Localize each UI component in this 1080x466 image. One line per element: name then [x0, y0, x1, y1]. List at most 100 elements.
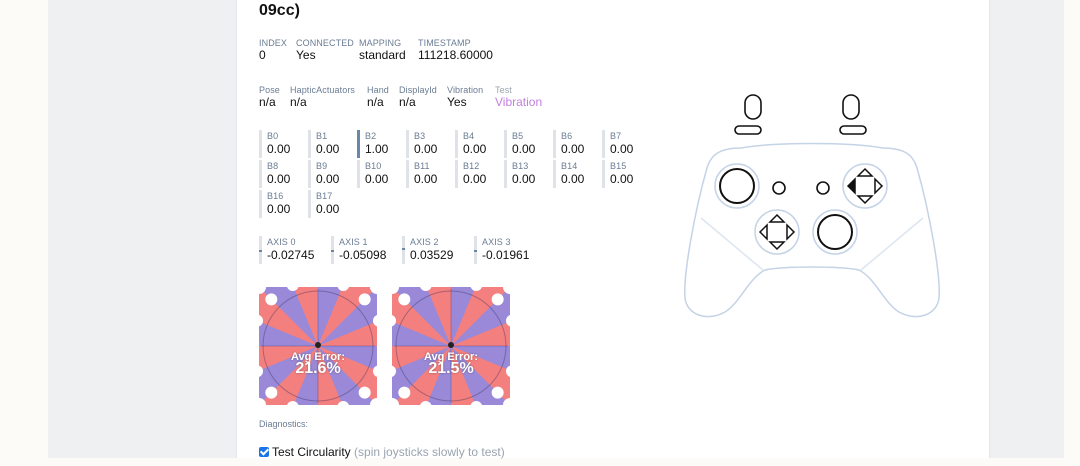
- connected-value: Yes: [296, 48, 316, 62]
- axis-0: AXIS 0 -0.02745: [259, 236, 329, 264]
- button-label: B11: [414, 161, 430, 171]
- button-label: B10: [365, 161, 382, 171]
- gamepad-button-b15: B15 0.00: [602, 160, 647, 188]
- axis-level-bar: [474, 250, 477, 252]
- button-label: B9: [316, 161, 328, 171]
- test-vibration-link[interactable]: Vibration: [495, 95, 542, 109]
- gamepad-button-b8: B8 0.00: [259, 160, 304, 188]
- gamepad-button-b6: B6 0.00: [553, 130, 598, 158]
- gamepad-card: 09cc) INDEX 0 CONNECTED Yes MAPPING stan…: [236, 0, 990, 459]
- axis-2: AXIS 2 0.03529: [402, 236, 472, 264]
- button-value: 0.00: [610, 172, 634, 186]
- axis-value: -0.05098: [339, 248, 387, 262]
- left-trigger: [744, 94, 762, 120]
- vibration-label: Vibration: [447, 85, 484, 95]
- hand-value: n/a: [367, 95, 384, 109]
- start-button: [816, 181, 830, 195]
- button-label: B6: [561, 131, 573, 141]
- gamepad-button-b2: B2 1.00: [357, 130, 402, 158]
- pose-value: n/a: [259, 95, 276, 109]
- right-stick: [817, 214, 853, 250]
- timestamp-value: 111218.60000: [418, 48, 493, 62]
- hand-label: Hand: [367, 85, 389, 95]
- button-label: B15: [610, 161, 627, 171]
- axis-label: AXIS 0: [267, 237, 296, 247]
- index-field: INDEX 0: [259, 38, 287, 62]
- gamepad-button-b7: B7 0.00: [602, 130, 647, 158]
- displayid-field: DisplayId n/a: [399, 85, 437, 109]
- axis-level-bar: [331, 250, 334, 252]
- haptic-value: n/a: [290, 95, 307, 109]
- right-bumper: [839, 125, 867, 135]
- face-buttons: [846, 167, 884, 205]
- controller-face: [714, 163, 888, 255]
- gamepad-button-b0: B0 0.00: [259, 130, 304, 158]
- displayid-value: n/a: [399, 95, 416, 109]
- gamepad-title: 09cc): [259, 2, 300, 19]
- diagnostics-label: Diagnostics:: [259, 419, 309, 429]
- index-label: INDEX: [259, 38, 288, 48]
- button-label: B13: [512, 161, 529, 171]
- left-stick-circularity-plot: [259, 287, 377, 405]
- mapping-label: MAPPING: [359, 38, 402, 48]
- button-value: 0.00: [316, 142, 340, 156]
- axis-level-bar: [259, 250, 262, 252]
- gamepad-button-b13: B13 0.00: [504, 160, 549, 188]
- test-circularity-option[interactable]: Test Circularity (spin joysticks slowly …: [259, 445, 505, 459]
- dpad: [758, 213, 796, 251]
- left-stick-circularity: Avg Error: 21.6%: [259, 287, 377, 405]
- button-label: B7: [610, 131, 622, 141]
- gamepad-button-b4: B4 0.00: [455, 130, 500, 158]
- right-stick-circularity: Avg Error: 21.5%: [392, 287, 510, 405]
- button-value: 0.00: [463, 142, 487, 156]
- test-circularity-checkbox[interactable]: [259, 447, 269, 457]
- gamepad-button-b1: B1 0.00: [308, 130, 353, 158]
- button-value: 0.00: [512, 142, 536, 156]
- button-value: 0.00: [365, 172, 389, 186]
- button-value: 0.00: [463, 172, 487, 186]
- gamepad-button-b5: B5 0.00: [504, 130, 549, 158]
- button-label: B5: [512, 131, 524, 141]
- left-avg-error-value: 21.6%: [295, 360, 341, 377]
- button-label: B4: [463, 131, 475, 141]
- gamepad-button-b11: B11 0.00: [406, 160, 451, 188]
- connected-label: CONNECTED: [296, 38, 354, 48]
- vibration-value: Yes: [447, 95, 467, 109]
- button-label: B1: [316, 131, 328, 141]
- button-label: B12: [463, 161, 480, 171]
- haptic-field: HapticActuators n/a: [290, 85, 355, 109]
- axis-value: -0.01961: [482, 248, 530, 262]
- timestamp-label: TIMESTAMP: [418, 38, 471, 48]
- index-value: 0: [259, 48, 266, 62]
- axis-level-bar: [402, 248, 405, 250]
- gamepad-button-b12: B12 0.00: [455, 160, 500, 188]
- button-label: B17: [316, 191, 333, 201]
- test-circularity-hint: (spin joysticks slowly to test): [354, 445, 505, 459]
- axis-label: AXIS 2: [410, 237, 439, 247]
- axis-label: AXIS 1: [339, 237, 368, 247]
- pose-label: Pose: [259, 85, 280, 95]
- button-label: B3: [414, 131, 426, 141]
- button-value: 0.00: [316, 202, 340, 216]
- gamepad-button-b14: B14 0.00: [553, 160, 598, 188]
- button-value: 0.00: [512, 172, 536, 186]
- button-value: 0.00: [267, 172, 291, 186]
- controller-diagram: [684, 94, 940, 318]
- page-background: 09cc) INDEX 0 CONNECTED Yes MAPPING stan…: [48, 0, 1064, 459]
- connected-field: CONNECTED Yes: [296, 38, 354, 62]
- hand-field: Hand n/a: [367, 85, 389, 109]
- button-value: 0.00: [414, 142, 438, 156]
- button-label: B0: [267, 131, 279, 141]
- mapping-value: standard: [359, 48, 406, 62]
- left-bumper: [734, 125, 762, 135]
- gamepad-button-b17: B17 0.00: [308, 190, 353, 218]
- button-value: 0.00: [414, 172, 438, 186]
- left-stick: [719, 168, 755, 204]
- axis-value: 0.03529: [410, 248, 454, 262]
- button-value: 0.00: [316, 172, 340, 186]
- test-circularity-label: Test Circularity: [272, 445, 351, 459]
- button-label: B2: [365, 131, 377, 141]
- timestamp-field: TIMESTAMP 111218.60000: [418, 38, 493, 62]
- gamepad-button-b3: B3 0.00: [406, 130, 451, 158]
- axis-3: AXIS 3 -0.01961: [474, 236, 544, 264]
